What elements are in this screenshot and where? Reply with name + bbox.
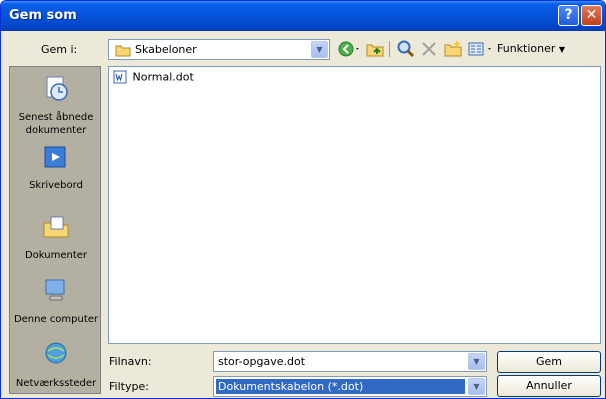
place-label: Dokumenter (24, 250, 88, 261)
file-list[interactable]: Normal.dot (108, 66, 601, 344)
cancel-button[interactable]: Annuller (497, 375, 601, 397)
delete-icon[interactable] (420, 39, 438, 59)
folder-icon (115, 45, 131, 57)
save-in-value: Skabeloner (135, 43, 197, 56)
chevron-down-icon[interactable]: ▼ (311, 41, 328, 58)
search-web-icon[interactable] (396, 39, 416, 59)
recent-documents-icon (46, 76, 68, 101)
filetype-value: Dokumentskabelon (*.dot) (216, 379, 465, 394)
network-places-icon (45, 342, 67, 364)
save-button[interactable]: Gem (497, 351, 601, 373)
tools-menu-button[interactable]: Funktioner ▼ (497, 42, 565, 62)
place-recent-documents[interactable]: Senest åbnede dokumenter (10, 75, 102, 137)
place-label: Netværkssteder (15, 378, 97, 389)
toolbar-separator (389, 41, 390, 57)
filename-field[interactable]: stor-opgave.dot ▼ (213, 351, 487, 372)
chevron-down-icon[interactable]: ▼ (468, 353, 485, 370)
documents-folder-icon (43, 216, 69, 238)
filetype-label: Filtype: (109, 380, 149, 393)
window-title: Gem som (9, 8, 77, 23)
place-label: Senest åbnede dokumenter (18, 112, 94, 136)
filetype-dropdown[interactable]: Dokumentskabelon (*.dot) ▼ (213, 376, 487, 397)
save-as-dialog: Gem som ? ✕ Gem i: Skabeloner ▼ Funktion… (0, 0, 606, 399)
help-button[interactable]: ? (558, 5, 579, 26)
place-my-computer[interactable]: Denne computer (10, 277, 102, 326)
save-in-dropdown[interactable]: Skabeloner ▼ (108, 39, 330, 60)
filename-label: Filnavn: (109, 355, 152, 368)
up-one-level-icon[interactable] (365, 39, 385, 59)
place-label: Denne computer (13, 314, 99, 325)
filename-value: stor-opgave.dot (218, 355, 306, 368)
desktop-icon (44, 146, 66, 168)
word-template-icon (113, 70, 127, 84)
file-name: Normal.dot (132, 70, 194, 84)
title-bar[interactable]: Gem som ? ✕ (1, 1, 605, 31)
place-desktop[interactable]: Skrivebord (10, 143, 102, 192)
place-network[interactable]: Netværkssteder (10, 341, 102, 390)
back-button[interactable] (337, 39, 363, 59)
places-bar: Senest åbnede dokumenter Skrivebord Doku… (9, 66, 101, 394)
file-item[interactable]: Normal.dot (113, 70, 194, 86)
my-computer-icon (45, 279, 65, 301)
views-icon[interactable] (467, 39, 495, 59)
save-in-label: Gem i: (41, 43, 78, 56)
chevron-down-icon[interactable]: ▼ (468, 378, 485, 395)
close-button[interactable]: ✕ (581, 5, 602, 26)
tools-menu-label: Funktioner (497, 42, 556, 55)
place-label: Skrivebord (29, 180, 83, 191)
new-folder-icon[interactable] (443, 39, 463, 59)
place-documents[interactable]: Dokumenter (10, 213, 102, 262)
chevron-down-icon: ▼ (558, 45, 566, 54)
